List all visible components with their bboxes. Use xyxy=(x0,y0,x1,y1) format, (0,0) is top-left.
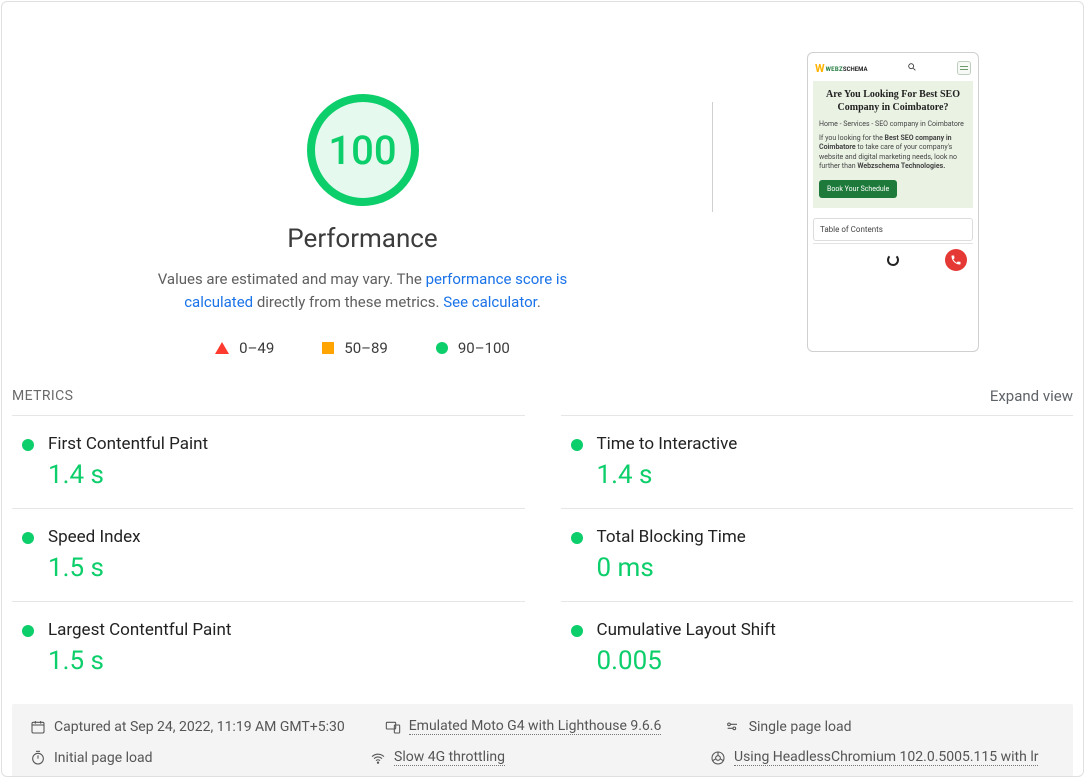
calendar-icon xyxy=(30,719,46,735)
preview-title: Are You Looking For Best SEO Company in … xyxy=(819,89,967,114)
preview-body-prefix: If you looking for the xyxy=(819,134,885,142)
circle-icon xyxy=(436,342,448,354)
legend-fail: 0–49 xyxy=(215,339,274,357)
see-calculator-link[interactable]: See calculator xyxy=(443,293,537,311)
status-dot-icon xyxy=(571,625,583,637)
network-icon xyxy=(370,750,386,766)
stopwatch-icon xyxy=(30,750,46,766)
preview-logo: W WEBZSCHEMA xyxy=(815,62,868,75)
desc-middle: directly from these metrics. xyxy=(253,293,443,311)
footer-initial-text: Initial page load xyxy=(54,750,153,766)
legend-pass-label: 90–100 xyxy=(458,339,510,357)
footer-initial-load: Initial page load xyxy=(30,749,330,766)
metric-body: Time to Interactive 1.4 s xyxy=(597,434,1074,490)
metric-value: 0.005 xyxy=(597,646,1074,676)
metric-time-to-interactive[interactable]: Time to Interactive 1.4 s xyxy=(561,415,1074,508)
spinner-icon xyxy=(887,254,899,266)
metric-label: Total Blocking Time xyxy=(597,527,1074,547)
footer-chromium-text[interactable]: Using HeadlessChromium 102.0.5005.115 wi… xyxy=(734,749,1038,766)
metrics-title: METRICS xyxy=(12,388,73,404)
status-dot-icon xyxy=(571,532,583,544)
gauge-score: 100 xyxy=(328,127,396,174)
footer-chromium: Using HeadlessChromium 102.0.5005.115 wi… xyxy=(710,749,1038,766)
page-screenshot-thumbnail[interactable]: W WEBZSCHEMA Are You Looking For Best SE… xyxy=(807,52,979,352)
footer-single-load: Single page load xyxy=(725,718,985,735)
status-dot-icon xyxy=(571,439,583,451)
search-icon xyxy=(907,62,917,75)
status-dot-icon xyxy=(22,625,34,637)
footer-emulated-text[interactable]: Emulated Moto G4 with Lighthouse 9.6.6 xyxy=(409,718,662,735)
metric-body: Speed Index 1.5 s xyxy=(48,527,525,583)
preview-logo-text-a: WEBZ xyxy=(826,66,843,73)
footer-captured-text: Captured at Sep 24, 2022, 11:19 AM GMT+5… xyxy=(54,719,345,735)
metric-first-contentful-paint[interactable]: First Contentful Paint 1.4 s xyxy=(12,415,525,508)
summary-column: 100 Performance Values are estimated and… xyxy=(12,42,713,357)
hamburger-menu-icon xyxy=(957,61,971,75)
lighthouse-report-card: 100 Performance Values are estimated and… xyxy=(1,1,1084,777)
footer-throttling: Slow 4G throttling xyxy=(370,749,670,766)
preview-breadcrumb: Home - Services - SEO company in Coimbat… xyxy=(819,120,967,128)
triangle-icon xyxy=(215,342,229,354)
legend-average-label: 50–89 xyxy=(344,339,388,357)
metric-total-blocking-time[interactable]: Total Blocking Time 0 ms xyxy=(561,508,1074,601)
metric-value: 1.5 s xyxy=(48,553,525,583)
phone-call-icon xyxy=(945,249,967,271)
footer-emulated: Emulated Moto G4 with Lighthouse 9.6.6 xyxy=(385,718,685,735)
metric-body: First Contentful Paint 1.4 s xyxy=(48,434,525,490)
chromium-icon xyxy=(710,750,726,766)
metrics-grid: First Contentful Paint 1.4 s Time to Int… xyxy=(2,415,1083,694)
metric-value: 0 ms xyxy=(597,553,1074,583)
metric-body: Cumulative Layout Shift 0.005 xyxy=(597,620,1074,676)
status-dot-icon xyxy=(22,439,34,451)
preview-toc: Table of Contents xyxy=(813,218,973,241)
preview-body-bold2: Webzschema Technologies. xyxy=(857,162,945,170)
metric-value: 1.4 s xyxy=(597,460,1074,490)
status-dot-icon xyxy=(22,532,34,544)
devices-icon xyxy=(385,719,401,735)
legend-fail-label: 0–49 xyxy=(239,339,274,357)
preview-logo-text-b: SCHEMA xyxy=(843,66,868,73)
performance-gauge: 100 xyxy=(307,94,419,206)
preview-body: If you looking for the Best SEO company … xyxy=(819,134,967,172)
desc-suffix: . xyxy=(537,293,541,311)
score-legend: 0–49 50–89 90–100 xyxy=(215,339,510,357)
footer-single-text: Single page load xyxy=(749,719,852,735)
metric-label: Speed Index xyxy=(48,527,525,547)
metric-value: 1.5 s xyxy=(48,646,525,676)
metric-cumulative-layout-shift[interactable]: Cumulative Layout Shift 0.005 xyxy=(561,601,1074,694)
description-text: Values are estimated and may vary. The p… xyxy=(133,268,593,313)
preview-logo-mark: W xyxy=(815,62,825,75)
footer-throttling-text[interactable]: Slow 4G throttling xyxy=(394,749,505,766)
metric-label: Largest Contentful Paint xyxy=(48,620,525,640)
footer-captured: Captured at Sep 24, 2022, 11:19 AM GMT+5… xyxy=(30,718,345,735)
preview-hero: Are You Looking For Best SEO Company in … xyxy=(813,81,973,208)
metric-value: 1.4 s xyxy=(48,460,525,490)
metric-label: Time to Interactive xyxy=(597,434,1074,454)
metric-body: Largest Contentful Paint 1.5 s xyxy=(48,620,525,676)
metric-label: Cumulative Layout Shift xyxy=(597,620,1074,640)
preview-cta-button: Book Your Schedule xyxy=(819,180,897,198)
top-section: 100 Performance Values are estimated and… xyxy=(2,2,1083,387)
preview-header: W WEBZSCHEMA xyxy=(813,58,973,81)
vertical-divider xyxy=(712,102,713,212)
metric-label: First Contentful Paint xyxy=(48,434,525,454)
samples-icon xyxy=(725,719,741,735)
expand-view-toggle[interactable]: Expand view xyxy=(990,387,1073,405)
legend-pass: 90–100 xyxy=(436,339,510,357)
desc-prefix: Values are estimated and may vary. The xyxy=(158,270,426,288)
environment-footer: Captured at Sep 24, 2022, 11:19 AM GMT+5… xyxy=(12,704,1073,776)
metrics-header: METRICS Expand view xyxy=(2,387,1083,415)
metric-body: Total Blocking Time 0 ms xyxy=(597,527,1074,583)
gauge-title: Performance xyxy=(287,224,437,254)
legend-average: 50–89 xyxy=(322,339,388,357)
preview-bottom-bar xyxy=(813,243,973,277)
square-icon xyxy=(322,342,334,354)
screenshot-column: W WEBZSCHEMA Are You Looking For Best SE… xyxy=(713,42,1073,357)
metric-speed-index[interactable]: Speed Index 1.5 s xyxy=(12,508,525,601)
metric-largest-contentful-paint[interactable]: Largest Contentful Paint 1.5 s xyxy=(12,601,525,694)
